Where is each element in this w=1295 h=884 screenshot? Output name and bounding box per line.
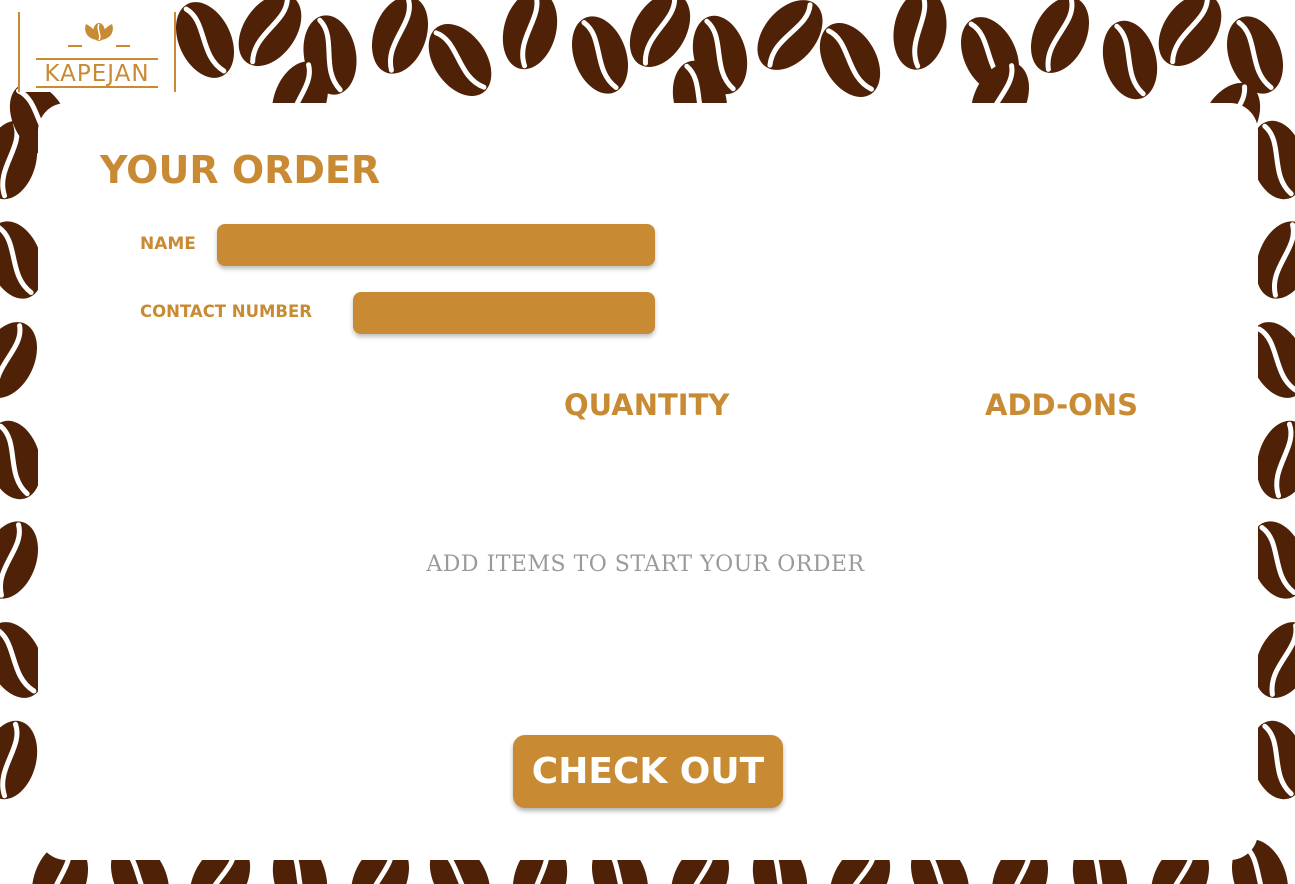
coffee-bean-shape [495, 0, 566, 75]
coffee-bean-shape [362, 0, 438, 81]
coffee-bean-shape [1020, 0, 1101, 82]
contact-number-label: CONTACT NUMBER [140, 302, 312, 321]
coffee-bean-shape [165, 0, 246, 87]
quantity-column-header: QUANTITY [564, 388, 730, 422]
addons-column-header: ADD-ONS [985, 388, 1138, 422]
coffee-bean-shape [562, 9, 638, 102]
coffee-bean-shape [887, 0, 952, 74]
kapejan-logo[interactable]: KAPEJAN [18, 12, 176, 92]
logo-divider-top [36, 58, 158, 60]
page-title: YOUR ORDER [100, 148, 381, 192]
logo-divider-bottom [36, 86, 158, 88]
checkout-button[interactable]: CHECK OUT [513, 735, 783, 808]
contact-number-field[interactable] [353, 292, 655, 334]
name-field[interactable] [217, 224, 655, 266]
name-label: NAME [140, 234, 196, 254]
coffee-bean-shape [416, 12, 504, 107]
order-card: YOUR ORDER NAME CONTACT NUMBER QUANTITY … [38, 103, 1258, 860]
coffee-bean-shape [1146, 0, 1234, 78]
coffee-bean-leaf-icon [68, 23, 130, 47]
logo-text: KAPEJAN [44, 61, 150, 87]
coffee-bean-shape [1095, 15, 1166, 106]
empty-order-message: ADD ITEMS TO START YOUR ORDER [426, 552, 865, 577]
